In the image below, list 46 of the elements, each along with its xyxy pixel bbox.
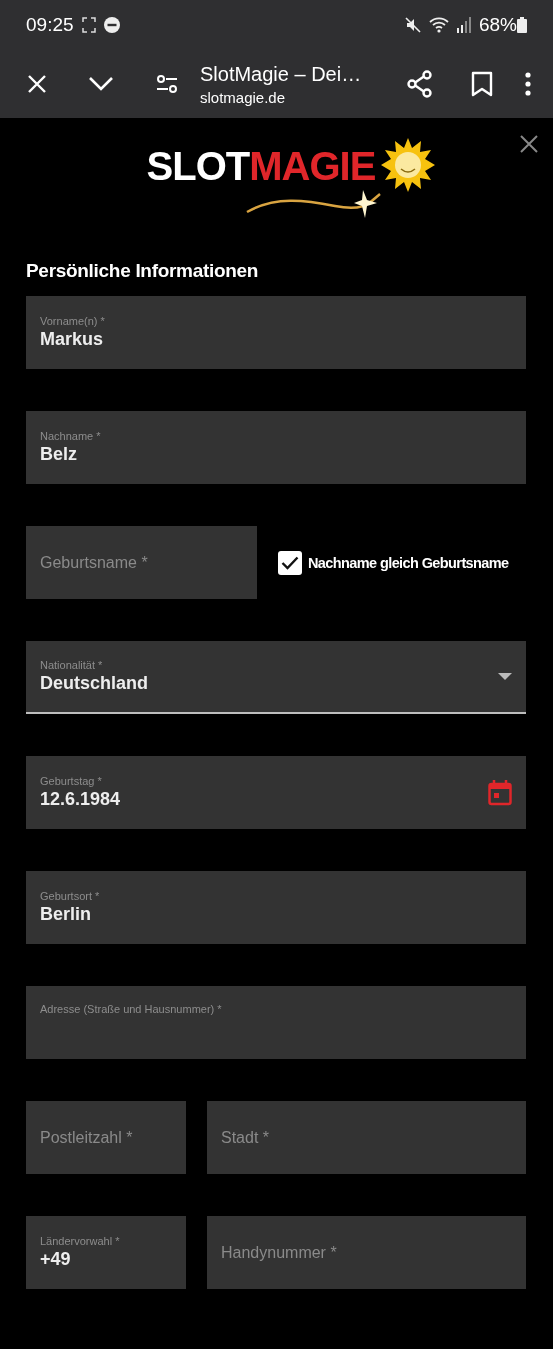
field-value: +49: [40, 1249, 72, 1270]
field-value: Markus: [40, 329, 105, 350]
input-field[interactable]: Postleitzahl *: [26, 1101, 186, 1174]
date-field[interactable]: Geburtstag * 12.6.1984: [26, 756, 526, 829]
field-label: Nationalität *: [40, 659, 104, 671]
wifi-icon: [428, 17, 449, 33]
field-value: Deutschland: [40, 673, 150, 694]
signal-icon: [456, 17, 471, 33]
dropdown-caret-icon: [498, 673, 512, 680]
field-placeholder: Handynummer *: [221, 1243, 338, 1262]
dropdown-field[interactable]: Nationalität * Deutschland: [26, 641, 526, 714]
mute-icon: [404, 17, 421, 33]
field-label: Adresse (Straße und Hausnummer) *: [40, 1003, 223, 1015]
screenshot-icon: [81, 17, 96, 33]
page-url: slotmagie.de: [200, 88, 287, 106]
close-icon[interactable]: [519, 134, 539, 154]
sun-logo-icon: [381, 138, 436, 192]
do-not-disturb-icon: [103, 17, 120, 33]
status-time: 09:25: [26, 14, 74, 36]
field-placeholder: Postleitzahl *: [40, 1128, 134, 1147]
input-field[interactable]: Stadt *: [207, 1101, 526, 1174]
field-value: 12.6.1984: [40, 789, 122, 810]
battery-percentage: 68%: [478, 14, 517, 36]
input-field[interactable]: Vorname(n) * Markus: [26, 296, 526, 369]
field-label: Geburtsort *: [40, 890, 101, 902]
field-placeholder: Geburtsname *: [40, 553, 149, 572]
section-heading: Persönliche Informationen: [26, 260, 260, 282]
logo-text: SLOTMAGIE: [146, 144, 376, 188]
input-field[interactable]: Geburtsname *: [26, 526, 257, 599]
input-field[interactable]: Handynummer *: [207, 1216, 526, 1289]
page-title: SlotMagie – Dei…: [200, 62, 363, 86]
field-value: Berlin: [40, 904, 92, 925]
input-field[interactable]: Ländervorwahl * +49: [26, 1216, 186, 1289]
field-label: Geburtstag *: [40, 775, 103, 787]
input-field[interactable]: Geburtsort * Berlin: [26, 871, 526, 944]
input-field[interactable]: Adresse (Straße und Hausnummer) *: [26, 986, 526, 1059]
input-field[interactable]: Nachname * Belz: [26, 411, 526, 484]
field-label: Nachname *: [40, 430, 102, 442]
battery-icon: [517, 17, 527, 33]
checkbox[interactable]: [278, 550, 302, 575]
field-value: Belz: [40, 444, 78, 465]
calendar-icon: [488, 779, 512, 806]
checkbox-label: Nachname gleich Geburtsname: [308, 554, 509, 571]
field-label: Vorname(n) *: [40, 315, 106, 327]
field-label: Ländervorwahl *: [40, 1235, 121, 1247]
field-placeholder: Stadt *: [221, 1128, 271, 1147]
